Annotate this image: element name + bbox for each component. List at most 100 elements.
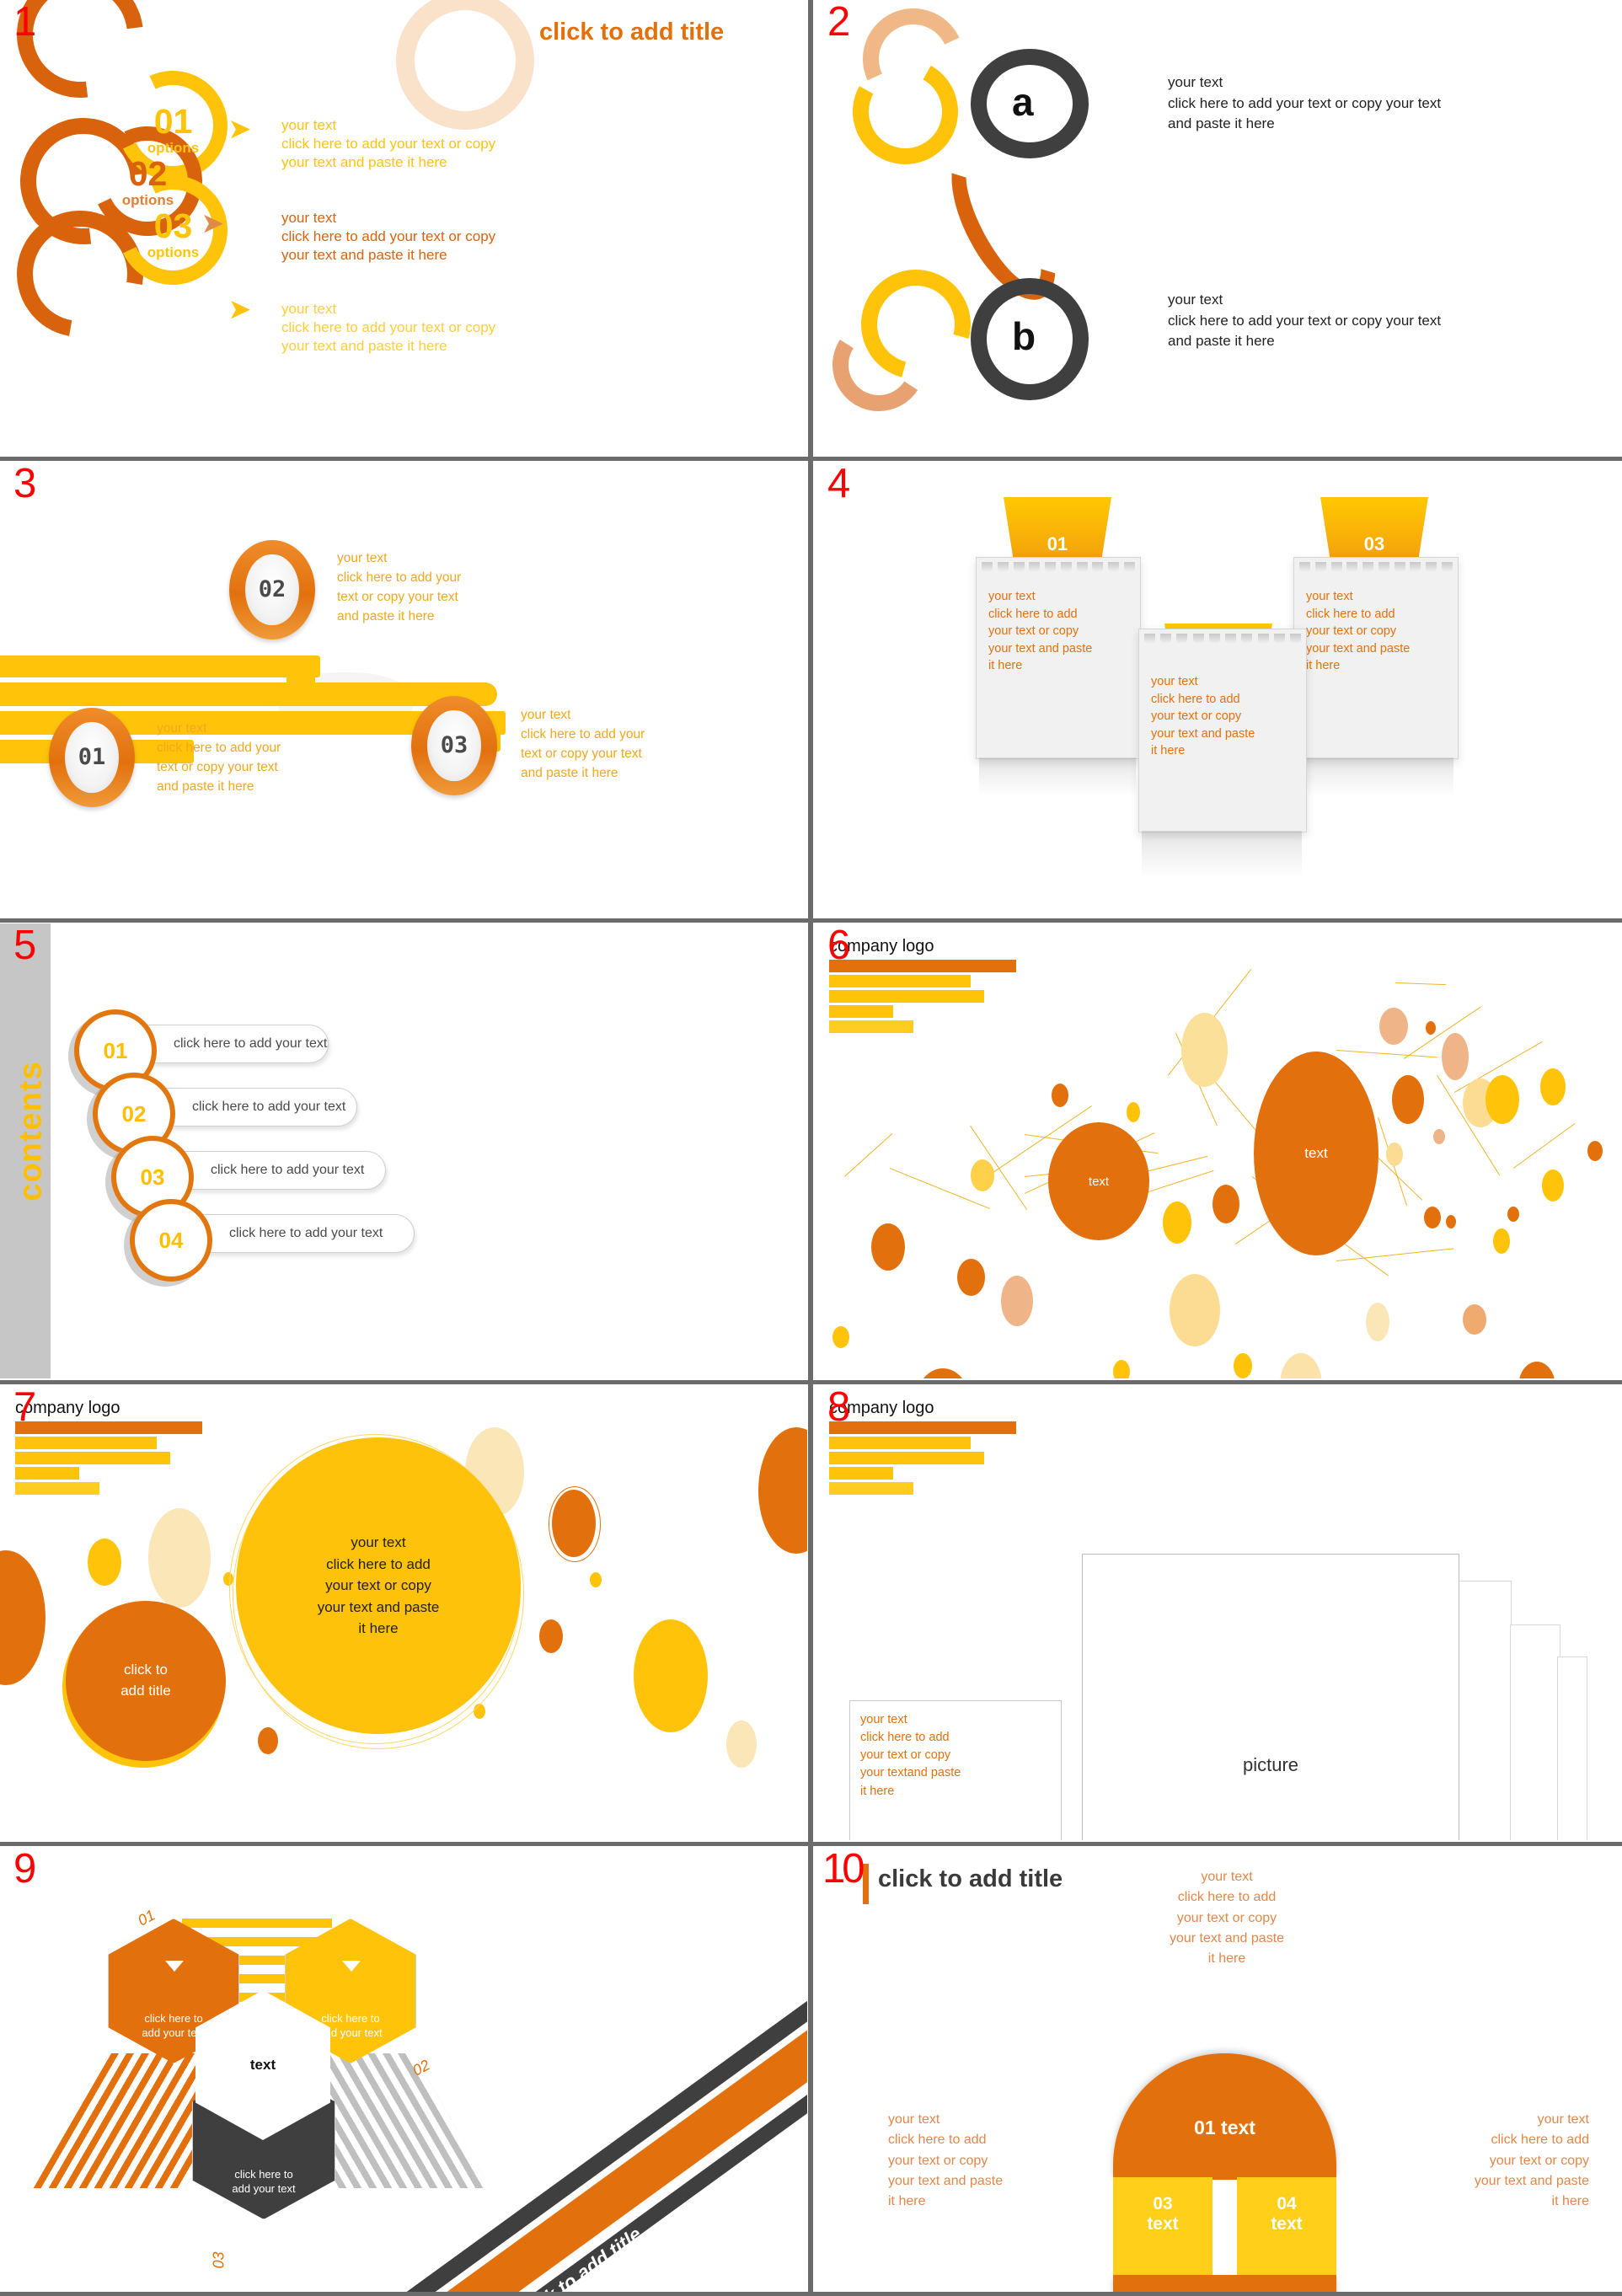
step-03-body: your text click here to add your text or…: [521, 708, 645, 780]
ribbon-number: 03: [1363, 533, 1385, 554]
logo-bar: [829, 1452, 984, 1464]
contents-row-02[interactable]: click here to add your text: [162, 1088, 357, 1127]
contents-badge-number: 03: [140, 1164, 165, 1190]
note-card-02[interactable]: your text click here to add your text or…: [1138, 629, 1307, 832]
option-1-number-group: 01 options: [125, 102, 222, 156]
company-logo[interactable]: company logo: [15, 1399, 217, 1497]
step-node-03[interactable]: 03: [411, 696, 497, 795]
option-2-number-group: 02 options: [99, 154, 196, 208]
note-card-02-body: your text click here to add your text or…: [1151, 675, 1255, 758]
bubble-label[interactable]: text: [913, 1368, 972, 1378]
option-label: options: [147, 140, 200, 156]
hex-01-tag: 01: [135, 1906, 158, 1929]
slide-2[interactable]: 2 a b your text click here to add your t…: [814, 0, 1622, 455]
step-number: 03: [427, 709, 481, 782]
grid-divider-horizontal: [0, 1842, 1622, 1846]
contents-row-label: click here to add your text: [192, 1100, 346, 1114]
company-logo-label: company logo: [829, 1399, 934, 1417]
step-node-01[interactable]: 01: [49, 708, 135, 807]
segment-04-label: 04 text: [1271, 2194, 1303, 2234]
picture-stack-shadow: [1557, 1656, 1587, 1840]
slide-number: 10: [822, 1847, 865, 1892]
slide-number: 7: [13, 1385, 37, 1430]
contents-badge-number: 04: [158, 1227, 184, 1253]
logo-bar: [829, 990, 984, 1003]
slide-deck-contact-sheet: 1 click to add title 01 options 02 optio…: [0, 0, 1622, 2296]
spiral-binding-icon: [982, 562, 1135, 573]
contents-row-01[interactable]: click here to add your text: [143, 1025, 329, 1063]
option-number: 01: [153, 102, 193, 141]
slide-10[interactable]: 10 click to add title 01 text 03 text 04…: [814, 1847, 1622, 2296]
logo-bar: [15, 1421, 202, 1434]
slide-8[interactable]: 8 company logo picture your text click h…: [814, 1385, 1622, 1840]
company-logo-label: company logo: [829, 937, 934, 955]
hex-03-label: click here to add your text: [232, 2168, 296, 2196]
logo-bar: [829, 975, 971, 987]
spiral-binding-icon: [1144, 634, 1301, 645]
node-a-body: your text click here to add your text or…: [1168, 74, 1442, 132]
slide-7[interactable]: 7 company logo your text click here to a…: [0, 1385, 807, 1840]
title-accent-bar: [863, 1864, 869, 1904]
slide-number: 1: [13, 0, 37, 45]
logo-bar: [829, 1421, 1016, 1434]
slide-title: click to add title: [878, 1865, 1063, 1892]
logo-bar: [15, 1467, 79, 1480]
company-logo-label: company logo: [15, 1399, 120, 1417]
slide-number: 3: [13, 462, 37, 506]
option-label: options: [147, 244, 200, 260]
bubble-label[interactable]: text: [1048, 1122, 1149, 1240]
contents-label: contents: [13, 1061, 49, 1202]
logo-bar: [15, 1452, 170, 1464]
grid-divider-bottom: [0, 2292, 1622, 2296]
logo-bar: [829, 1467, 893, 1480]
slide-1[interactable]: 1 click to add title 01 options 02 optio…: [0, 0, 807, 455]
slide-9[interactable]: 9 click here to add your text click here…: [0, 1847, 807, 2296]
body-right: your text click here to add your text or…: [1474, 2112, 1589, 2209]
contents-badge-number: 02: [121, 1100, 147, 1127]
contents-row-label: click here to add your text: [229, 1226, 383, 1240]
body-top: your text click here to add your text or…: [1169, 1870, 1285, 1967]
logo-bar: [15, 1437, 157, 1449]
step-number: 01: [65, 721, 119, 794]
contents-badge-04[interactable]: 04: [130, 1199, 212, 1282]
logo-bar: [829, 960, 1016, 972]
title-circle[interactable]: click to add title: [66, 1601, 226, 1761]
hex-03-tag: 03: [210, 2251, 228, 2269]
note-card-03-body: your text click here to add your text or…: [1306, 590, 1411, 673]
triangle-down-icon: [342, 1961, 361, 1972]
picture-stack-shadow: [1456, 1581, 1512, 1840]
logo-bar: [829, 1437, 971, 1449]
company-logo[interactable]: company logo: [829, 937, 1031, 1036]
company-logo[interactable]: company logo: [829, 1399, 1031, 1497]
slide-4[interactable]: 4 01 03 02 your text click here to add y…: [814, 462, 1622, 917]
node-b-letter: b: [1012, 314, 1036, 358]
picture-placeholder[interactable]: picture: [1082, 1554, 1459, 1840]
option-1-body: your text click here to add your text or…: [281, 117, 496, 170]
slide-3[interactable]: 3 02 your text click here to add your te…: [0, 462, 807, 917]
main-circle-text[interactable]: your text click here to add your text or…: [236, 1437, 521, 1734]
note-card-03[interactable]: your text click here to add your text or…: [1293, 557, 1459, 759]
triangle-down-icon: [165, 1961, 184, 1972]
chevron-right-icon: ➤: [229, 296, 251, 324]
logo-bar: [15, 1482, 99, 1495]
slide-5[interactable]: 5 contents click here to add your text 0…: [0, 923, 807, 1378]
grid-divider-horizontal: [0, 918, 1622, 923]
contents-row-04[interactable]: click here to add your text: [199, 1214, 415, 1253]
option-number: 02: [128, 154, 168, 193]
step-02-body: your text click here to add your text or…: [337, 551, 462, 624]
segment-03-label: 03 text: [1147, 2194, 1179, 2234]
logo-bar: [829, 1020, 913, 1033]
note-card-01[interactable]: your text click here to add your text or…: [976, 557, 1141, 759]
spiral-binding-icon: [1299, 562, 1453, 573]
bubble-label[interactable]: text: [1254, 1052, 1378, 1255]
step-node-02[interactable]: 02: [229, 540, 315, 640]
step-01-body: your text click here to add your text or…: [157, 721, 281, 794]
option-label: options: [121, 192, 174, 208]
slide-6[interactable]: 6 company logo text text: [814, 923, 1622, 1378]
note-card-01-body: your text click here to add your text or…: [988, 590, 1093, 673]
body-left: your text click here to add your text or…: [888, 2112, 1004, 2209]
slide-number: 2: [827, 0, 851, 45]
side-text-box[interactable]: your text click here to add your text or…: [849, 1700, 1062, 1840]
slide-title: click to add title: [539, 19, 725, 45]
contents-row-03[interactable]: click here to add your text: [180, 1151, 386, 1190]
